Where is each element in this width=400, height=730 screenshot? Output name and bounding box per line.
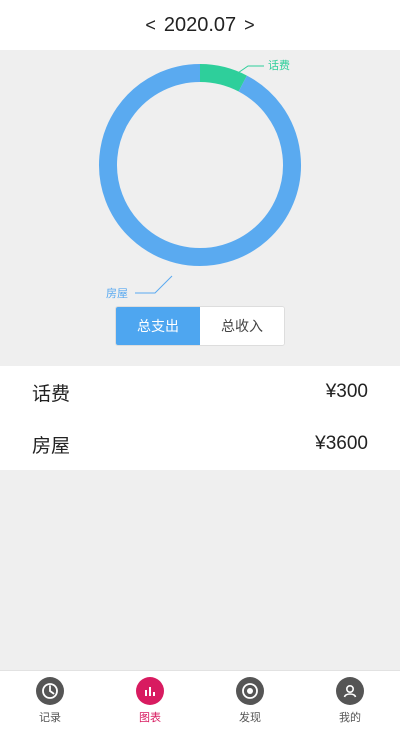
category-name: 话费 <box>32 383 71 405</box>
category-list: 话费 ¥300 房屋 ¥3600 <box>0 366 400 470</box>
tab-label: 记录 <box>39 711 61 724</box>
header: < 2020.07 > <box>0 0 400 50</box>
total-expense-button[interactable]: 总支出 <box>116 307 200 345</box>
category-name: 房屋 <box>32 435 71 457</box>
clock-icon <box>36 676 64 705</box>
tab-label: 我的 <box>339 711 361 724</box>
category-amount: ¥3600 <box>315 433 368 454</box>
prev-month-button[interactable]: < <box>145 15 156 36</box>
donut-chart <box>99 64 301 294</box>
chart-label-housing: 房屋 <box>106 288 128 300</box>
leader-line-bottom <box>135 275 173 294</box>
list-item[interactable]: 话费 ¥300 <box>0 366 400 418</box>
category-amount: ¥300 <box>325 381 368 402</box>
current-month[interactable]: 2020.07 <box>164 14 236 37</box>
bottom-tab-bar: 记录 图表 发现 我的 <box>0 670 400 730</box>
compass-icon <box>236 676 264 705</box>
tab-record[interactable]: 记录 <box>0 671 100 730</box>
chart-label-phone: 话费 <box>268 60 290 72</box>
tab-label: 发现 <box>239 711 261 724</box>
donut-segment-1 <box>99 64 301 266</box>
month-navigator: < 2020.07 > <box>145 14 254 37</box>
chart-icon <box>136 676 164 705</box>
tab-profile[interactable]: 我的 <box>300 671 400 730</box>
total-income-button[interactable]: 总收入 <box>200 307 284 345</box>
tab-chart[interactable]: 图表 <box>100 671 200 730</box>
expense-income-toggle: 总支出 总收入 <box>115 306 285 346</box>
next-month-button[interactable]: > <box>244 15 255 36</box>
tab-discover[interactable]: 发现 <box>200 671 300 730</box>
tab-label: 图表 <box>139 711 161 724</box>
list-item[interactable]: 房屋 ¥3600 <box>0 418 400 470</box>
user-icon <box>336 676 364 705</box>
